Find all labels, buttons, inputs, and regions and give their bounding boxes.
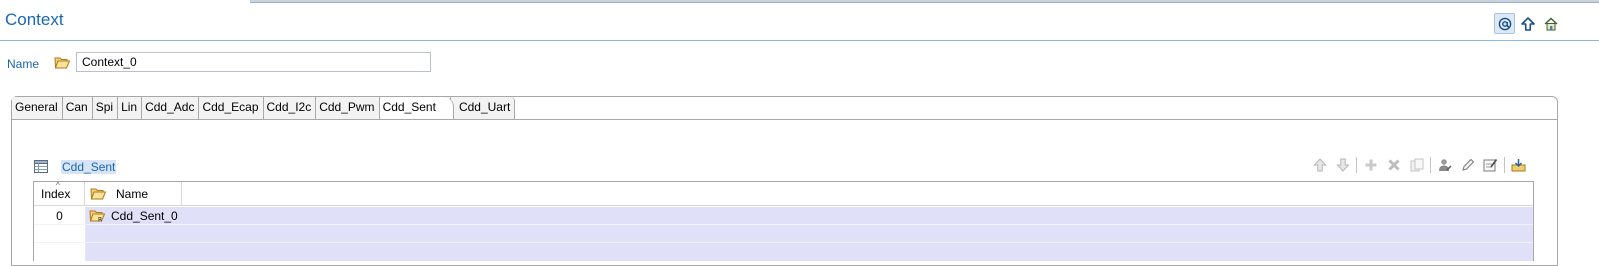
home-icon: [1544, 17, 1557, 30]
tab-can[interactable]: Can: [62, 97, 93, 119]
row-index: 0: [34, 207, 85, 224]
table-row-empty: [34, 243, 1533, 261]
top-strip: [250, 0, 1599, 3]
tab-divider: [12, 119, 1557, 120]
folder-open-icon: [90, 188, 106, 200]
copy-button[interactable]: [1405, 155, 1428, 175]
edit-button[interactable]: [1456, 155, 1479, 175]
user-edit-button[interactable]: [1433, 155, 1456, 175]
table-icon: [34, 160, 48, 176]
name-label: Name: [7, 57, 40, 71]
edit-form-button[interactable]: [1479, 155, 1502, 175]
row-name-cell[interactable]: R Cdd_Sent_0: [85, 207, 1533, 224]
folder-open-icon: [54, 56, 71, 72]
up-button[interactable]: [1517, 13, 1538, 34]
tab-spi[interactable]: Spi: [92, 97, 119, 119]
row-index-empty: [34, 225, 85, 242]
tab-lin[interactable]: Lin: [118, 97, 143, 119]
move-down-button[interactable]: [1331, 155, 1354, 175]
at-sign-button[interactable]: [1494, 13, 1515, 34]
table-row-empty: [34, 225, 1533, 243]
up-arrow-icon: [1520, 16, 1535, 31]
delete-button[interactable]: [1382, 155, 1405, 175]
table-toolbar: [1308, 155, 1530, 175]
sort-indicator-icon: ^: [56, 181, 60, 190]
table-row[interactable]: 0 R Cdd_Sent_0: [34, 207, 1533, 225]
section-title[interactable]: Cdd_Sent: [61, 160, 117, 174]
at-sign-icon: [1498, 17, 1511, 30]
tab-cdd-ecap[interactable]: Cdd_Ecap: [199, 97, 264, 119]
folder-reference-icon: R: [89, 210, 105, 223]
row-name: Cdd_Sent_0: [111, 208, 178, 223]
copy-icon: [1410, 158, 1423, 172]
tab-cdd-uart[interactable]: Cdd_Uart: [450, 97, 516, 119]
tab-cdd-pwm[interactable]: Cdd_Pwm: [316, 97, 380, 119]
tab-cdd-sent[interactable]: Cdd_Sent: [379, 97, 455, 119]
toolbar-separator: [1430, 157, 1431, 173]
toolbar-separator: [1504, 157, 1505, 173]
move-up-icon: [1312, 158, 1327, 172]
header-divider: [0, 40, 1599, 41]
edit-form-icon: [1483, 159, 1498, 172]
import-icon: [1511, 159, 1526, 172]
import-button[interactable]: [1507, 155, 1530, 175]
data-table: ^ Index Name 0 R Cdd_Sent_0: [33, 181, 1534, 261]
header-toolbar: [1494, 13, 1561, 34]
table-header: ^ Index Name: [34, 182, 1533, 206]
move-down-icon: [1335, 158, 1350, 172]
delete-icon: [1387, 159, 1400, 171]
column-header-name[interactable]: Name: [85, 182, 182, 205]
home-button[interactable]: [1540, 13, 1561, 34]
tab-cdd-i2c[interactable]: Cdd_I2c: [263, 97, 317, 119]
column-header-index[interactable]: ^ Index: [34, 182, 85, 205]
page-title: Context: [5, 10, 64, 29]
toolbar-separator: [1356, 157, 1357, 173]
svg-text:R: R: [98, 217, 102, 223]
pencil-icon: [1461, 158, 1474, 171]
row-name-empty: [85, 243, 1533, 261]
row-name-empty: [85, 225, 1533, 242]
add-icon: [1365, 159, 1376, 171]
tab-bar: General Can Spi Lin Cdd_Adc Cdd_Ecap Cdd…: [12, 97, 516, 119]
name-input[interactable]: [76, 52, 431, 72]
row-index-empty: [34, 243, 85, 261]
add-button[interactable]: [1359, 155, 1382, 175]
tab-general[interactable]: General: [12, 97, 63, 119]
move-up-button[interactable]: [1308, 155, 1331, 175]
user-edit-icon: [1438, 159, 1452, 171]
tab-cdd-adc[interactable]: Cdd_Adc: [142, 97, 200, 119]
